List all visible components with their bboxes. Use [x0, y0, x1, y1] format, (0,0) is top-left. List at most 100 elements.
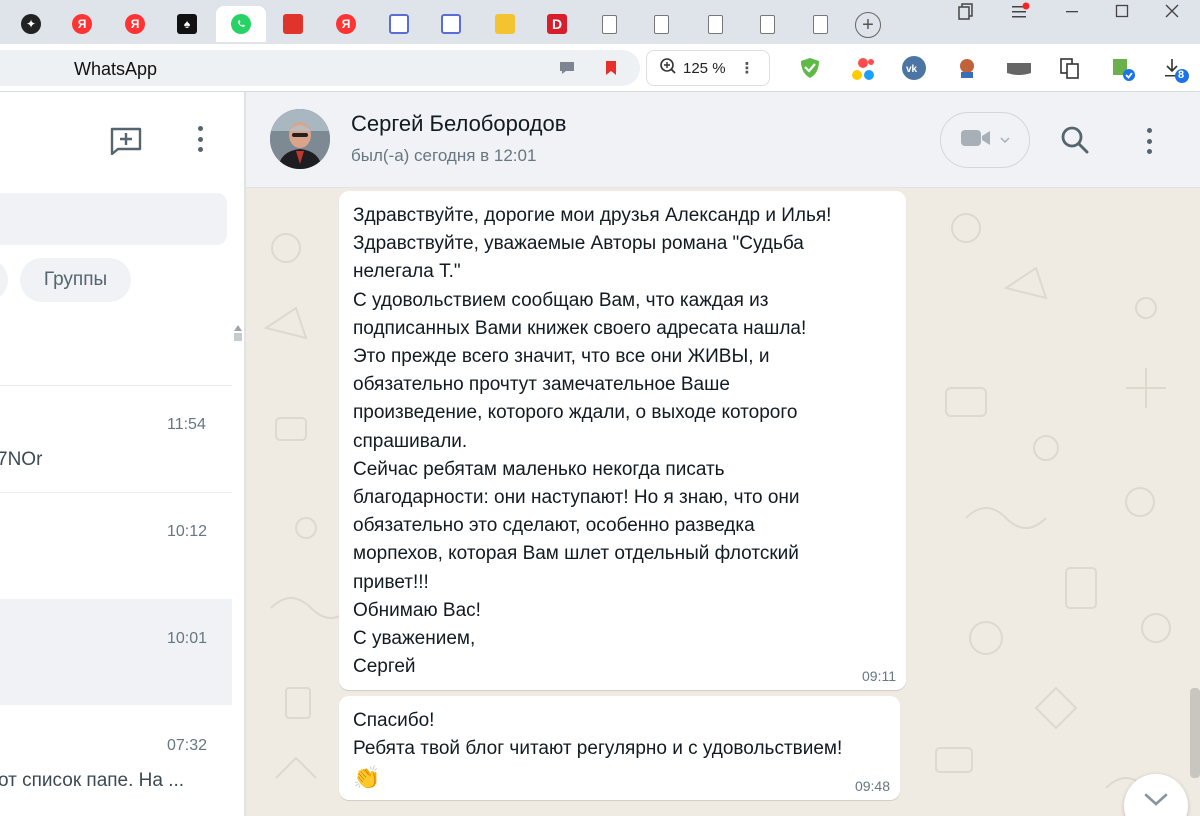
filter-chip[interactable] [0, 258, 8, 302]
chat-time: 07:32 [167, 737, 208, 754]
browser-tab[interactable]: D [532, 6, 582, 42]
chat-list-item[interactable]: 11:54 7NOr [0, 386, 232, 492]
filter-chip-groups[interactable]: Группы [20, 258, 131, 302]
chat-bubble-icon[interactable] [558, 59, 576, 77]
vk-icon[interactable]: vk [902, 56, 926, 80]
whatsapp-icon [231, 14, 251, 34]
menu-icon[interactable] [197, 126, 203, 152]
spade-icon: ♠ [177, 14, 197, 34]
filter-chip-label: Группы [43, 269, 108, 290]
chat-list-item-selected[interactable]: 10:01 [0, 599, 232, 705]
video-call-button[interactable] [940, 112, 1030, 168]
dark-star-icon: ✦ [21, 14, 41, 34]
message-time: 09:11 [862, 668, 896, 684]
message-line: привет!!! [353, 571, 429, 593]
contact-name[interactable]: Сергей Белобородов [351, 111, 566, 137]
chat-list-item[interactable]: 07:32 от список папе. На ... [0, 706, 232, 812]
message-line: произведение, которого ждали, о выходе к… [353, 402, 798, 424]
zoom-indicator[interactable]: 125 % ⋮ [646, 50, 770, 86]
sheets-extension-icon[interactable] [1110, 56, 1135, 81]
message-line: благодарности: они наступают! Но я знаю,… [353, 487, 800, 509]
browser-tab[interactable] [374, 6, 424, 42]
message-line: морпехов, которая Вам шлет отдельный фло… [353, 543, 799, 565]
messages-scrollbar[interactable] [1190, 688, 1200, 778]
pdf-icon [283, 14, 303, 34]
browser-tab-bar: ✦ Я Я ♠ Я D + [0, 0, 1200, 44]
message-line: нелегала Т." [353, 261, 461, 283]
message-bubble-incoming[interactable]: Здравствуйте, дорогие мои друзья Алексан… [339, 191, 906, 690]
message-line: обязательно это сделают, особенно развед… [353, 515, 755, 537]
more-vertical-icon[interactable]: ⋮ [740, 59, 755, 77]
downloads-icon[interactable]: 8 [1162, 56, 1189, 83]
yandex-icon: Я [72, 14, 92, 34]
browser-tab[interactable] [480, 6, 530, 42]
browser-tab-active[interactable] [216, 6, 266, 42]
color-dots-extension-icon[interactable] [850, 56, 874, 80]
adguard-shield-icon[interactable] [798, 56, 822, 80]
search-icon[interactable] [1060, 125, 1090, 155]
message-time: 09:48 [854, 778, 890, 794]
browser-tab[interactable] [795, 6, 845, 42]
chat-time: 10:01 [167, 630, 208, 647]
image-icon [495, 14, 515, 34]
zoom-level: 125 % [683, 59, 726, 77]
message-bubble-incoming[interactable]: Спасибо! Ребята твой блог читают регуляр… [339, 696, 900, 800]
browser-tab[interactable]: Я [110, 6, 160, 42]
calendar-icon [389, 14, 409, 34]
tabs-collection-icon[interactable] [946, 0, 986, 22]
message-line: Ребята твой блог читают регулярно и с уд… [353, 738, 843, 760]
document-icon [707, 14, 723, 34]
minimize-window-icon[interactable] [1052, 0, 1092, 22]
browser-tab[interactable]: Я [57, 6, 107, 42]
url-field[interactable]: WhatsApp [0, 50, 640, 86]
maximize-window-icon[interactable] [1102, 0, 1142, 22]
yandex-icon: Я [336, 14, 356, 34]
message-line: обязательно прочтут замечательное Ваше [353, 374, 730, 396]
browser-tab[interactable]: ♠ [162, 6, 212, 42]
chat-list-item[interactable]: 10:12 [0, 493, 232, 599]
downloads-badge: 8 [1178, 69, 1185, 81]
close-window-icon[interactable] [1152, 0, 1192, 22]
message-line: Сергей [353, 656, 416, 678]
message-line: С удовольствием сообщаю Вам, что каждая … [353, 289, 769, 311]
new-tab-plus-icon[interactable]: + [855, 12, 881, 38]
message-line: подписанных Вами книжек своего адресата … [353, 317, 807, 339]
browser-menu-icon[interactable] [1000, 0, 1040, 22]
browser-tab[interactable]: ✦ [6, 6, 56, 42]
new-chat-icon[interactable] [110, 127, 142, 156]
video-camera-icon [960, 127, 992, 154]
dzen-icon: D [547, 14, 567, 34]
message-line: Спасибо! [353, 710, 435, 731]
browser-tab[interactable] [690, 6, 740, 42]
document-icon [653, 14, 669, 34]
message-line: С уважением, [353, 628, 476, 650]
clapping-hands-emoji: 👏 [353, 765, 381, 791]
avatar[interactable] [270, 109, 330, 169]
zoom-in-icon [659, 57, 677, 79]
page-title: WhatsApp [74, 59, 158, 79]
folder-extension-icon[interactable] [1006, 56, 1031, 80]
browser-tab[interactable] [584, 6, 634, 42]
clipboard-extension-icon[interactable] [1058, 56, 1082, 80]
calendar-icon [441, 14, 461, 34]
message-line: Здравствуйте, уважаемые Авторы романа "С… [353, 233, 804, 255]
menu-icon[interactable] [1146, 128, 1152, 154]
document-icon [759, 14, 775, 34]
contact-status: был(-а) сегодня в 12:01 [351, 146, 537, 165]
scrollbar-up-arrow[interactable] [233, 323, 243, 341]
browser-tab[interactable] [636, 6, 686, 42]
mascot-extension-icon[interactable] [955, 56, 979, 80]
message-line: Здравствуйте, дорогие мои друзья Алексан… [353, 205, 832, 226]
message-line: Обнимаю Вас! [353, 599, 481, 621]
message-line: спрашивали. [353, 430, 468, 452]
svg-text:vk: vk [906, 64, 918, 75]
search-input[interactable] [0, 193, 227, 245]
chat-time: 10:12 [167, 523, 208, 540]
browser-tab[interactable] [742, 6, 792, 42]
chevron-down-icon [1143, 792, 1169, 813]
browser-tab[interactable]: Я [321, 6, 371, 42]
bookmark-icon[interactable] [602, 59, 620, 77]
browser-tab[interactable] [426, 6, 476, 42]
document-icon [812, 14, 828, 34]
browser-tab[interactable] [268, 6, 318, 42]
